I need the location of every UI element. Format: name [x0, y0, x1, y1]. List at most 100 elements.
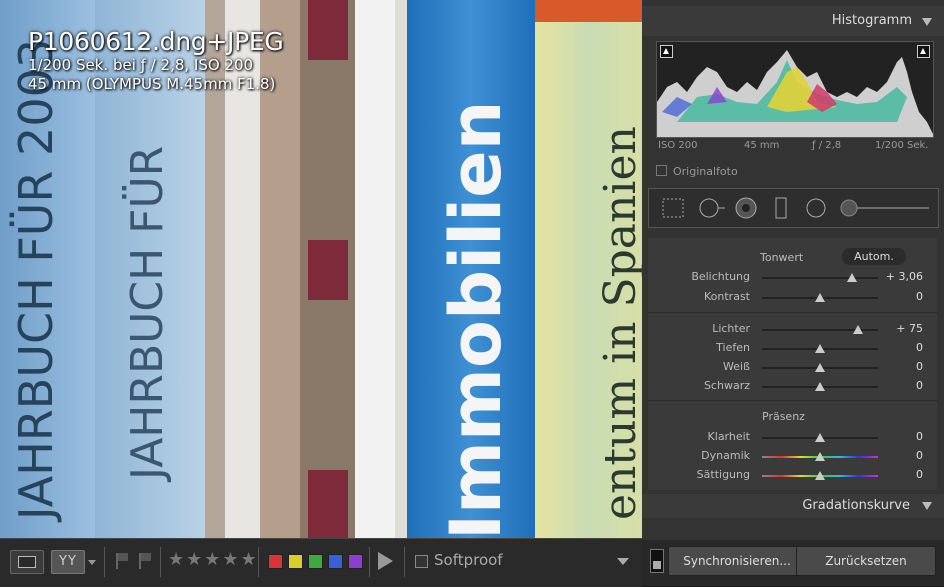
slider-label: Weiß — [723, 360, 750, 373]
histogram-header[interactable]: Histogramm — [642, 6, 944, 36]
slider-thumb[interactable] — [815, 433, 825, 442]
toolbar-separator — [404, 547, 405, 577]
auto-tone-button[interactable]: Autom. — [842, 248, 906, 265]
tone-curve-header[interactable]: Gradationskurve — [642, 494, 944, 518]
synchronize-button[interactable]: Synchronisieren... — [668, 546, 806, 576]
overlay-lens: 45 mm (OLYMPUS M.45mm F1.8) — [28, 75, 276, 93]
slider-thumb[interactable] — [815, 452, 825, 461]
photo-preview[interactable]: JAHRBUCH FÜR 2003 JAHRBUCH FÜR Immobilie… — [0, 0, 642, 538]
histogram-graph[interactable] — [656, 41, 934, 138]
collapse-triangle-icon[interactable] — [922, 18, 932, 26]
slider-thumb[interactable] — [815, 293, 825, 302]
toolbar-separator — [104, 547, 105, 577]
crop-overlay-icon[interactable] — [661, 197, 685, 219]
histo-aperture: ƒ / 2,8 — [812, 140, 842, 151]
slider-value[interactable]: 0 — [916, 290, 923, 303]
slider-klarheit[interactable]: Klarheit 0 — [648, 428, 937, 447]
histo-shutter: 1/200 Sek. — [875, 140, 929, 151]
slider-label: Belichtung — [691, 270, 750, 283]
slider-thumb[interactable] — [815, 471, 825, 480]
slider-label: Sättigung — [696, 468, 750, 481]
slider-track[interactable] — [762, 277, 878, 279]
slider-sättigung[interactable]: Sättigung 0 — [648, 466, 937, 485]
toolbar-separator — [160, 547, 161, 577]
section-divider — [648, 400, 937, 401]
color-label-red[interactable] — [268, 554, 283, 569]
softproof-label: Softproof — [434, 551, 503, 569]
toolbar-options-chevron-icon[interactable] — [617, 558, 629, 565]
toolbar-separator — [258, 547, 259, 577]
slider-dynamik[interactable]: Dynamik 0 — [648, 447, 937, 466]
tool-strip — [648, 188, 939, 228]
slider-label: Kontrast — [704, 290, 750, 303]
rating-stars[interactable]: ★★★★★ — [168, 549, 259, 570]
slider-value[interactable]: 0 — [916, 430, 923, 443]
original-checkbox[interactable] — [656, 165, 667, 176]
slider-thumb[interactable] — [815, 363, 825, 372]
before-after-dropdown-icon[interactable] — [88, 560, 96, 565]
collapse-triangle-icon[interactable] — [922, 502, 932, 510]
softproof-checkbox[interactable] — [415, 555, 428, 568]
slider-label: Tiefen — [716, 341, 750, 354]
flag-icon[interactable] — [116, 553, 128, 569]
slider-tiefen[interactable]: Tiefen 0 — [648, 339, 937, 358]
auto-sync-switch[interactable] — [650, 549, 664, 573]
bottom-toolbar: YY ★★★★★ Softproof — [0, 538, 642, 587]
overlay-exposure: 1/200 Sek. bei ƒ / 2,8, ISO 200 — [28, 56, 254, 74]
slider-thumb[interactable] — [815, 382, 825, 391]
spine4-text: entum in Spanien — [595, 126, 642, 520]
slider-label: Klarheit — [707, 430, 750, 443]
adjustment-brush-slider[interactable] — [839, 197, 933, 219]
color-label-blue[interactable] — [328, 554, 343, 569]
color-label-yellow[interactable] — [288, 554, 303, 569]
spine2-text: JAHRBUCH FÜR — [121, 146, 173, 483]
before-after-button[interactable]: YY — [51, 550, 85, 574]
toolbar-separator — [369, 547, 370, 577]
slider-label: Dynamik — [701, 449, 750, 462]
slider-thumb[interactable] — [847, 273, 858, 282]
spot-removal-icon[interactable] — [697, 197, 727, 219]
slider-belichtung[interactable]: Belichtung + 3,06 — [648, 268, 937, 287]
original-label: Originalfoto — [673, 165, 738, 178]
section-divider — [648, 312, 937, 313]
histo-iso: ISO 200 — [658, 140, 698, 151]
slider-label: Schwarz — [703, 379, 750, 392]
slider-thumb[interactable] — [853, 325, 864, 334]
info-overlay: P1060612.dng+JPEG 1/200 Sek. bei ƒ / 2,8… — [28, 27, 284, 94]
slider-kontrast[interactable]: Kontrast 0 — [648, 288, 937, 307]
reject-flag-icon[interactable] — [139, 553, 151, 569]
graduated-filter-icon[interactable] — [769, 197, 793, 219]
slider-value[interactable]: 0 — [916, 379, 923, 392]
histogram-title: Histogramm — [831, 13, 912, 28]
overlay-filename: P1060612.dng+JPEG — [28, 27, 284, 56]
slider-label: Lichter — [712, 322, 750, 335]
slider-value[interactable]: 0 — [916, 360, 923, 373]
highlight-clipping-icon[interactable] — [917, 45, 930, 58]
radial-filter-icon[interactable] — [804, 197, 828, 219]
slider-value[interactable]: 0 — [916, 449, 923, 462]
shadow-clipping-icon[interactable] — [660, 45, 673, 58]
color-label-purple[interactable] — [348, 554, 363, 569]
slider-thumb[interactable] — [815, 344, 825, 353]
tone-curve-title: Gradationskurve — [802, 498, 910, 513]
presence-label: Präsenz — [762, 410, 805, 423]
spine1-text: JAHRBUCH FÜR 2003 — [9, 39, 63, 523]
slider-value[interactable]: 0 — [916, 341, 923, 354]
spine3-text: Immobilien — [435, 101, 517, 538]
slider-value[interactable]: + 75 — [896, 322, 923, 335]
tonwert-label: Tonwert — [760, 251, 804, 264]
loupe-view-button[interactable] — [10, 550, 44, 574]
reset-button[interactable]: Zurücksetzen — [796, 546, 936, 576]
slider-value[interactable]: + 3,06 — [886, 270, 923, 283]
slideshow-play-icon[interactable] — [378, 552, 393, 570]
slider-schwarz[interactable]: Schwarz 0 — [648, 377, 937, 396]
color-label-green[interactable] — [308, 554, 323, 569]
red-eye-icon[interactable] — [734, 197, 758, 219]
histo-focal: 45 mm — [744, 140, 780, 151]
slider-weiß[interactable]: Weiß 0 — [648, 358, 937, 377]
develop-right-panel: Histogramm ISO 200 45 mm ƒ / 2,8 1/200 S… — [642, 0, 944, 586]
original-photo-toggle[interactable]: Originalfoto — [656, 165, 738, 178]
slider-lichter[interactable]: Lichter + 75 — [648, 320, 937, 339]
slider-value[interactable]: 0 — [916, 468, 923, 481]
panel-bottom-buttons: Synchronisieren... Zurücksetzen — [642, 540, 944, 586]
